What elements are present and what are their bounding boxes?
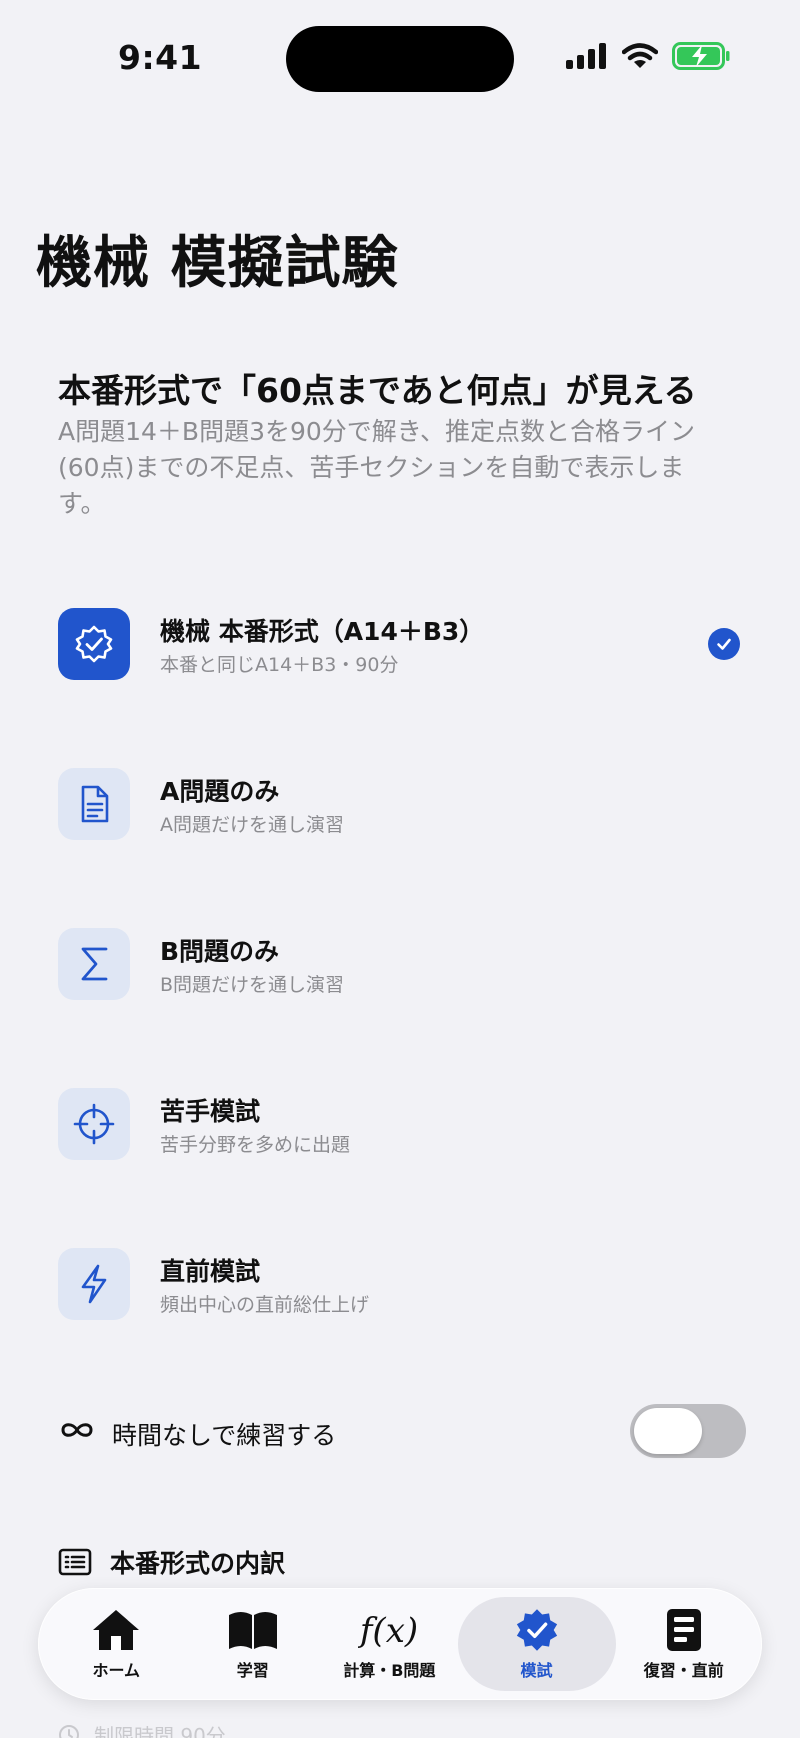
mode-subtitle: 本番と同じA14＋B3・90分 [160, 654, 399, 676]
footer-hint: 制限時間 90分 [58, 1720, 226, 1738]
mode-item-last-minute[interactable]: 直前模試 頻出中心の直前総仕上げ [0, 1240, 800, 1320]
list-icon [665, 1607, 703, 1653]
mode-title: 直前模試 [160, 1257, 261, 1286]
status-bar: 9:41 [0, 0, 800, 110]
status-icons [566, 42, 730, 70]
badge-check-icon [514, 1607, 560, 1653]
crosshair-icon [58, 1088, 130, 1160]
page-title: 機械 模擬試験 [36, 231, 399, 296]
mode-subtitle: A問題だけを通し演習 [160, 814, 344, 836]
no-time-limit-toggle[interactable] [630, 1404, 746, 1458]
breakdown-title: 本番形式の内訳 [110, 1549, 286, 1578]
tab-label: 学習 [236, 1661, 269, 1680]
intro-description: A問題14＋B問題3を90分で解き、推定点数と合格ライン(60点)までの不足点、… [58, 417, 696, 518]
status-time: 9:41 [118, 38, 203, 77]
badge-check-icon [58, 608, 130, 680]
tab-label: ホーム [92, 1661, 141, 1680]
mode-item-a-only[interactable]: A問題のみ A問題だけを通し演習 [0, 760, 800, 840]
cellular-signal-icon [566, 43, 606, 69]
mode-title: 苦手模試 [160, 1097, 261, 1126]
selected-check-icon [708, 628, 740, 660]
tab-calc-b[interactable]: ƒ(x) 計算・B問題 [321, 1597, 458, 1691]
document-icon [58, 768, 130, 840]
tab-study[interactable]: 学習 [185, 1597, 322, 1691]
tab-label: 復習・直前 [643, 1661, 724, 1680]
tab-label: 計算・B問題 [343, 1661, 436, 1680]
clock-icon [59, 1724, 79, 1738]
footer-hint-text: 制限時間 90分 [94, 1724, 226, 1738]
mode-title: 機械 本番形式（A14＋B3） [160, 617, 485, 646]
book-icon [227, 1607, 279, 1653]
mode-item-b-only[interactable]: B問題のみ B問題だけを通し演習 [0, 920, 800, 1000]
infinity-icon [58, 1418, 96, 1446]
list-icon [58, 1548, 92, 1576]
tab-home[interactable]: ホーム [48, 1597, 185, 1691]
lightning-icon [58, 1248, 130, 1320]
sigma-icon [58, 928, 130, 1000]
svg-text:ƒ(x): ƒ(x) [358, 1611, 418, 1651]
tab-bar: ホーム 学習 ƒ(x) 計算・B問題 模試 復習・直前 [38, 1588, 762, 1700]
tab-label: 模試 [520, 1661, 553, 1680]
home-icon [91, 1607, 141, 1653]
no-time-limit-row: 時間なしで練習する [0, 1404, 800, 1460]
breakdown-header: 本番形式の内訳 [58, 1544, 285, 1580]
mode-subtitle: B問題だけを通し演習 [160, 974, 345, 996]
mode-item-full-exam[interactable]: 機械 本番形式（A14＋B3） 本番と同じA14＋B3・90分 [0, 600, 800, 680]
intro-heading: 本番形式で「60点まであと何点」が見える [58, 371, 697, 410]
function-icon: ƒ(x) [358, 1607, 420, 1653]
mode-subtitle: 苦手分野を多めに出題 [160, 1134, 351, 1156]
tab-mock-exam[interactable]: 模試 [457, 1597, 616, 1691]
tab-review[interactable]: 復習・直前 [616, 1597, 753, 1691]
mode-subtitle: 頻出中心の直前総仕上げ [160, 1294, 370, 1316]
dynamic-island [286, 26, 514, 92]
wifi-icon [622, 43, 658, 68]
battery-charging-icon [672, 42, 730, 70]
toggle-knob [634, 1408, 702, 1454]
mode-title: B問題のみ [160, 937, 280, 966]
mode-title: A問題のみ [160, 777, 280, 806]
mode-item-weak-areas[interactable]: 苦手模試 苦手分野を多めに出題 [0, 1080, 800, 1160]
no-time-limit-label: 時間なしで練習する [112, 1421, 337, 1450]
